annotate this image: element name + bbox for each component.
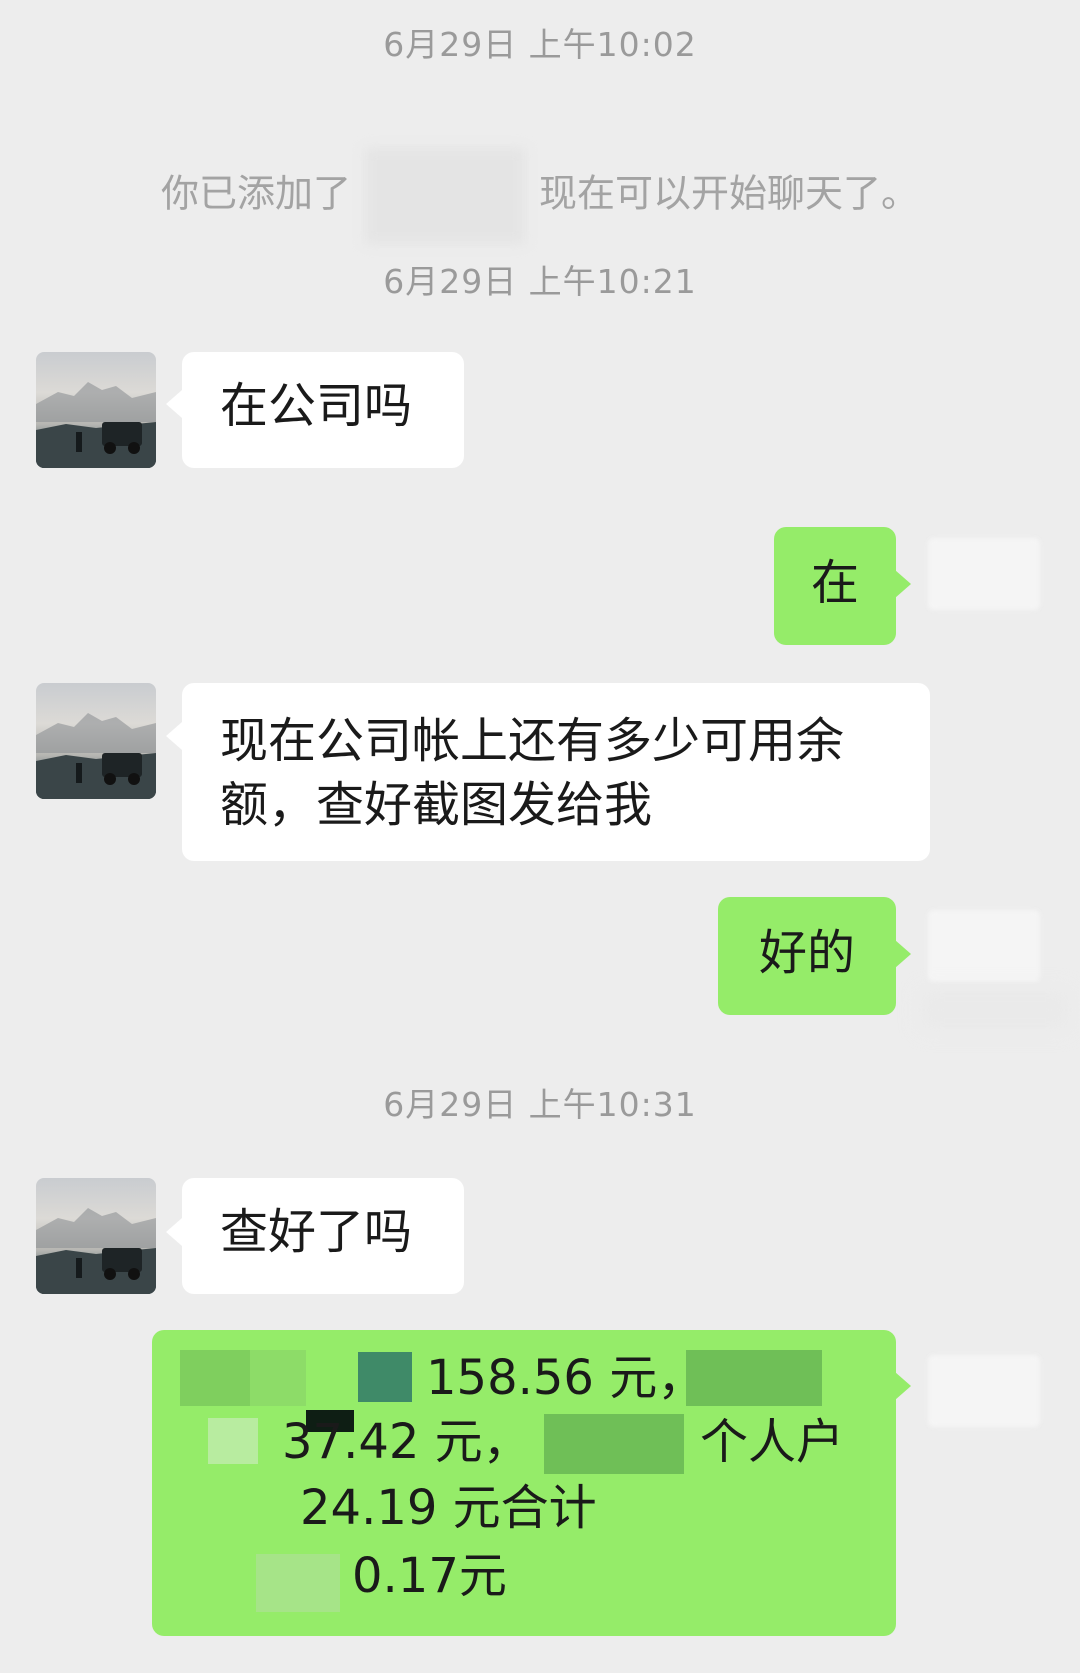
- bubble-tail: [895, 570, 911, 598]
- bubble-tail: [166, 722, 182, 750]
- message-text-line: 158.56 元，: [426, 1350, 706, 1406]
- system-message: 你已添加了 现在可以开始聊天了。: [0, 148, 1080, 244]
- my-avatar[interactable]: [928, 910, 1040, 982]
- system-message-prefix: 你已添加了: [160, 171, 351, 216]
- contact-avatar[interactable]: [36, 1178, 156, 1294]
- message-bubble[interactable]: 在公司吗: [182, 352, 464, 468]
- message-text-line: 额，查好截图发给我: [220, 777, 653, 833]
- contact-avatar[interactable]: [36, 352, 156, 468]
- redaction-mosaic: [686, 1350, 822, 1406]
- my-message-bubble[interactable]: 在: [774, 527, 896, 645]
- contact-avatar[interactable]: [36, 683, 156, 799]
- redaction-mosaic: [358, 1352, 412, 1402]
- message-text: 在: [810, 555, 859, 611]
- message-text-line: 个人户: [700, 1414, 845, 1470]
- bubble-tail: [895, 1372, 911, 1400]
- my-message-bubble[interactable]: 好的: [718, 897, 896, 1015]
- message-bubble[interactable]: 查好了吗: [182, 1178, 464, 1294]
- bubble-tail: [166, 1218, 182, 1246]
- redaction-mosaic: [256, 1554, 340, 1612]
- timestamp: 6月29日 上午10:31: [383, 1085, 697, 1124]
- redaction-mosaic: [180, 1350, 250, 1406]
- redaction-mosaic: [250, 1350, 306, 1406]
- landscape-avatar-icon: [36, 1208, 156, 1294]
- bubble-tail: [166, 390, 182, 418]
- landscape-avatar-icon: [36, 382, 156, 468]
- redaction-mosaic: [544, 1414, 684, 1474]
- message-text: 查好了吗: [220, 1204, 413, 1260]
- message-text-line: 24.19 元合计: [300, 1480, 597, 1536]
- my-avatar[interactable]: [928, 1355, 1040, 1427]
- redaction-mosaic: [208, 1418, 258, 1464]
- message-text: 在公司吗: [220, 378, 413, 434]
- my-avatar[interactable]: [928, 538, 1040, 610]
- message-text-line: 0.17元: [352, 1548, 507, 1604]
- landscape-avatar-icon: [36, 713, 156, 799]
- redacted-name: [365, 148, 525, 244]
- message-text-line: 37.42 元，: [282, 1414, 531, 1470]
- timestamp: 6月29日 上午10:21: [383, 262, 697, 301]
- my-message-bubble[interactable]: 158.56 元， 37.42 元， 个人户 24.19 元合计 0.17元: [152, 1330, 896, 1636]
- system-message-suffix: 现在可以开始聊天了。: [539, 171, 920, 216]
- background-ghost: [920, 990, 1070, 1030]
- chat-conversation[interactable]: 6月29日 上午10:02 你已添加了 现在可以开始聊天了。 6月29日 上午10…: [0, 0, 1080, 1673]
- message-text: 好的: [758, 925, 855, 981]
- message-text-line: 现在公司帐上还有多少可用余: [220, 713, 845, 769]
- message-bubble[interactable]: 现在公司帐上还有多少可用余 额，查好截图发给我: [182, 683, 930, 861]
- bubble-tail: [895, 940, 911, 968]
- timestamp: 6月29日 上午10:02: [383, 25, 697, 64]
